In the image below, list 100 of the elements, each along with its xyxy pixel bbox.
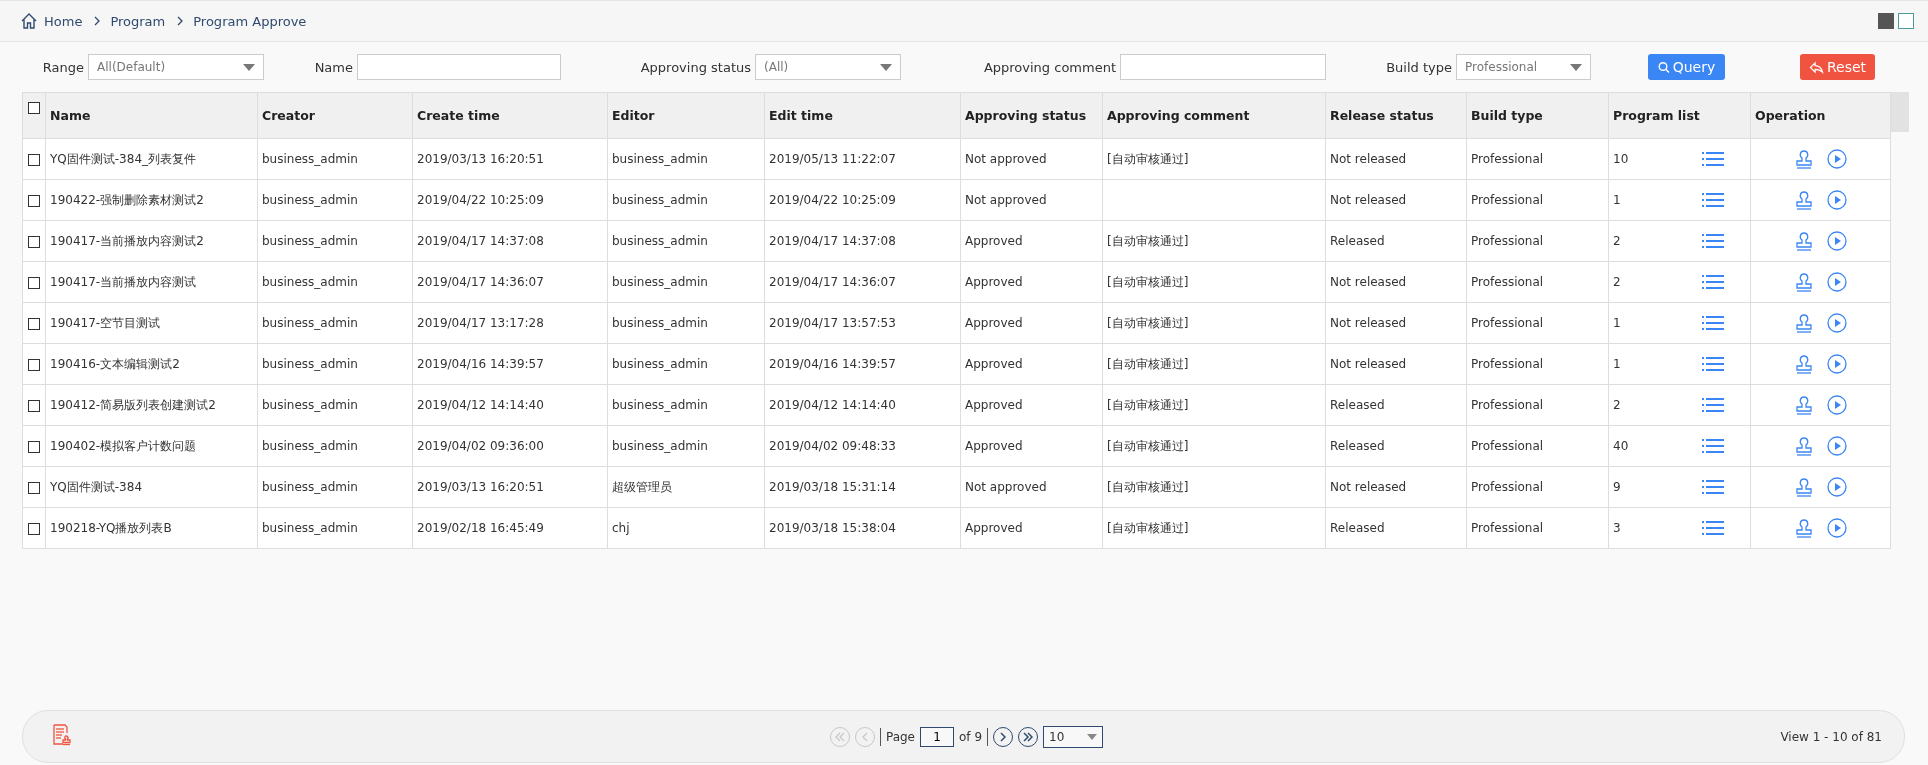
table-cell: Approved bbox=[965, 316, 1023, 330]
table-cell: Approved bbox=[965, 521, 1023, 535]
table-cell: Professional bbox=[1471, 193, 1544, 207]
column-header[interactable]: Creator bbox=[257, 92, 413, 139]
checkbox[interactable] bbox=[28, 101, 40, 114]
table-cell: Approved bbox=[965, 357, 1023, 371]
table-cell: Professional bbox=[1471, 398, 1544, 412]
play-icon[interactable] bbox=[1826, 395, 1847, 415]
table-cell: [自动审核通过] bbox=[1107, 233, 1189, 248]
range-dropdown[interactable]: All(Default) bbox=[88, 54, 264, 80]
list-icon[interactable] bbox=[1702, 274, 1724, 290]
table-cell: 1 bbox=[1613, 357, 1621, 371]
stamp-icon[interactable] bbox=[1794, 149, 1813, 169]
last-page-icon bbox=[1023, 731, 1034, 742]
list-icon[interactable] bbox=[1702, 151, 1724, 167]
table-cell: 2019/03/13 16:20:51 bbox=[417, 152, 544, 166]
stamp-icon[interactable] bbox=[1794, 272, 1813, 292]
play-icon[interactable] bbox=[1826, 518, 1847, 538]
query-button[interactable]: Query bbox=[1648, 54, 1725, 80]
list-icon[interactable] bbox=[1702, 233, 1724, 249]
page-count: of 9 bbox=[959, 729, 983, 744]
list-icon[interactable] bbox=[1702, 315, 1724, 331]
breadcrumb-link[interactable]: Program Approve bbox=[193, 13, 307, 29]
page-size-dropdown[interactable]: 10 bbox=[1043, 725, 1104, 748]
play-icon[interactable] bbox=[1826, 436, 1847, 456]
table-cell: Professional bbox=[1471, 152, 1544, 166]
table-cell: Professional bbox=[1471, 316, 1544, 330]
table-cell: 190402-模拟客户计数问题 bbox=[50, 438, 197, 453]
scrollbar[interactable] bbox=[1891, 92, 1909, 132]
first-page-icon bbox=[834, 731, 845, 742]
column-header[interactable]: Release status bbox=[1325, 92, 1467, 139]
column-header[interactable]: Edit time bbox=[764, 92, 961, 139]
list-icon[interactable] bbox=[1702, 397, 1724, 413]
checkbox[interactable] bbox=[28, 481, 40, 494]
stamp-icon[interactable] bbox=[1794, 518, 1813, 538]
status-dropdown[interactable]: (All) bbox=[755, 54, 901, 80]
table-cell: YQ固件测试-384_列表复件 bbox=[50, 151, 196, 166]
table-cell: 2019/04/16 14:39:57 bbox=[417, 357, 544, 371]
table-cell: Approved bbox=[965, 275, 1023, 289]
column-header[interactable]: Approving status bbox=[960, 92, 1103, 139]
checkbox[interactable] bbox=[28, 358, 40, 371]
table-cell: 2 bbox=[1613, 234, 1621, 248]
stamp-icon[interactable] bbox=[1794, 231, 1813, 251]
column-header[interactable]: Name bbox=[45, 92, 258, 139]
play-icon[interactable] bbox=[1826, 190, 1847, 210]
breadcrumb-link[interactable]: Program bbox=[110, 13, 166, 29]
table-cell: 2019/03/18 15:38:04 bbox=[769, 521, 896, 535]
build-type-dropdown[interactable]: Professional bbox=[1456, 54, 1591, 80]
table-cell: [自动审核通过] bbox=[1107, 438, 1189, 453]
list-icon[interactable] bbox=[1702, 438, 1724, 454]
table-cell: business_admin bbox=[612, 398, 708, 412]
table-cell: Professional bbox=[1471, 521, 1544, 535]
stamp-icon[interactable] bbox=[1794, 477, 1813, 497]
list-icon[interactable] bbox=[1702, 192, 1724, 208]
table-cell: [自动审核通过] bbox=[1107, 397, 1189, 412]
column-header[interactable]: Operation bbox=[1750, 92, 1891, 139]
column-header[interactable]: Editor bbox=[607, 92, 765, 139]
play-icon[interactable] bbox=[1826, 231, 1847, 251]
table-cell: 40 bbox=[1613, 439, 1629, 453]
checkbox[interactable] bbox=[28, 153, 40, 166]
table-cell: chj bbox=[612, 521, 630, 535]
stamp-icon[interactable] bbox=[1794, 436, 1813, 456]
field-label: Name bbox=[314, 59, 354, 75]
home-icon[interactable] bbox=[20, 12, 38, 30]
checkbox[interactable] bbox=[28, 235, 40, 248]
stamp-icon[interactable] bbox=[1794, 190, 1813, 210]
column-header[interactable]: Build type bbox=[1466, 92, 1609, 139]
view-toggle[interactable] bbox=[1898, 13, 1914, 29]
breadcrumb-link[interactable]: Home bbox=[44, 13, 83, 29]
column-header[interactable]: Program list bbox=[1608, 92, 1751, 139]
stamp-icon[interactable] bbox=[1794, 395, 1813, 415]
checkbox[interactable] bbox=[28, 440, 40, 453]
list-icon[interactable] bbox=[1702, 356, 1724, 372]
table-cell: business_admin bbox=[262, 316, 358, 330]
view-toggle[interactable] bbox=[1878, 13, 1894, 29]
checkbox[interactable] bbox=[28, 194, 40, 207]
play-icon[interactable] bbox=[1826, 477, 1847, 497]
play-icon[interactable] bbox=[1826, 354, 1847, 374]
table-cell: 190417-空节目测试 bbox=[50, 315, 161, 330]
play-icon[interactable] bbox=[1826, 272, 1847, 292]
document-stamp-icon[interactable] bbox=[51, 723, 73, 747]
checkbox[interactable] bbox=[28, 317, 40, 330]
page-input-field[interactable]: 1 bbox=[920, 726, 954, 747]
checkbox[interactable] bbox=[28, 522, 40, 535]
checkbox[interactable] bbox=[28, 399, 40, 412]
search-icon bbox=[1657, 60, 1670, 74]
column-header[interactable]: Approving comment bbox=[1102, 92, 1326, 139]
play-icon[interactable] bbox=[1826, 149, 1847, 169]
name-input-field[interactable] bbox=[357, 54, 561, 80]
list-icon[interactable] bbox=[1702, 479, 1724, 495]
column-header[interactable]: Create time bbox=[412, 92, 608, 139]
play-icon[interactable] bbox=[1826, 313, 1847, 333]
stamp-icon[interactable] bbox=[1794, 354, 1813, 374]
comment-input-field[interactable] bbox=[1120, 54, 1326, 80]
checkbox[interactable] bbox=[28, 276, 40, 289]
table-cell: [自动审核通过] bbox=[1107, 356, 1189, 371]
reply-arrow-icon bbox=[1808, 60, 1824, 74]
stamp-icon[interactable] bbox=[1794, 313, 1813, 333]
page-label: Page bbox=[885, 729, 915, 744]
list-icon[interactable] bbox=[1702, 520, 1724, 536]
